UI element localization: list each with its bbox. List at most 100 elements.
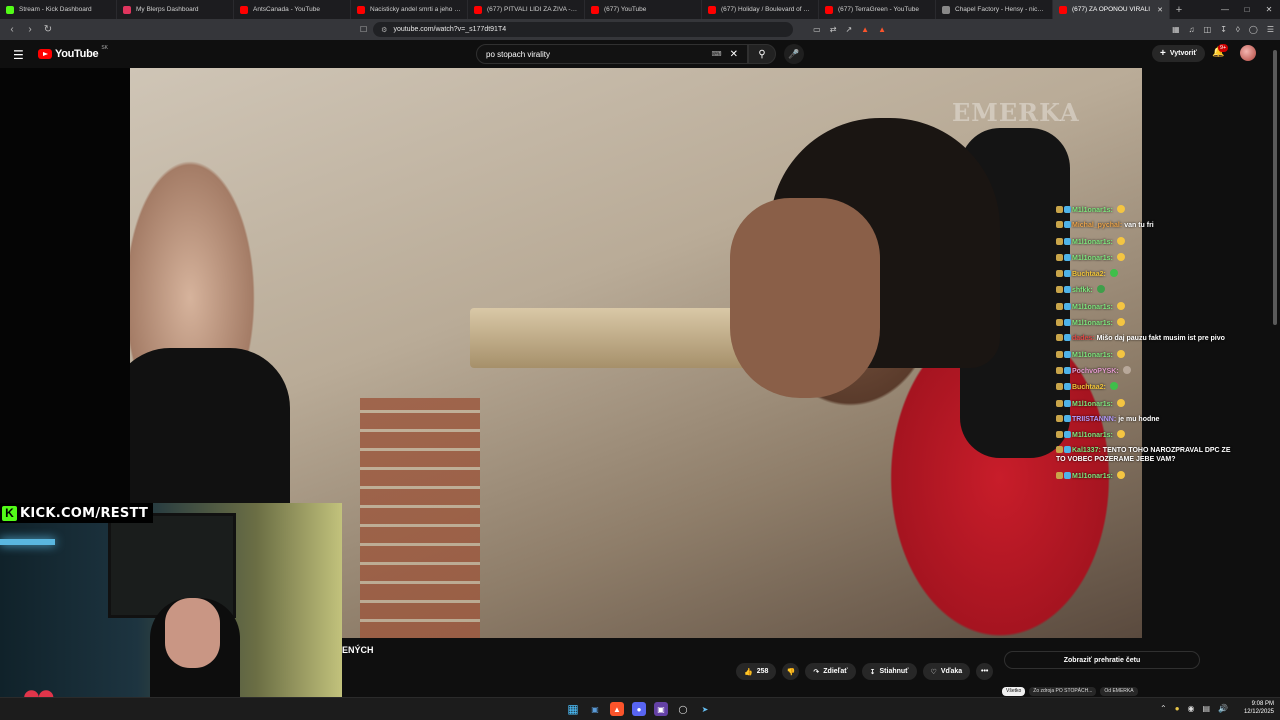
browser-tab[interactable]: AntsCanada - YouTube <box>234 0 351 19</box>
chat-badge-icon <box>1056 334 1063 342</box>
scrollbar-thumb[interactable] <box>1273 50 1277 325</box>
chat-username[interactable]: M1l1onar1s: <box>1072 320 1113 327</box>
rewards-icon[interactable]: ▲ <box>878 25 886 34</box>
microphone-icon[interactable]: 🎤 <box>784 44 804 64</box>
chat-emote-icon <box>1109 382 1118 391</box>
steam-icon[interactable]: ➤ <box>698 702 712 716</box>
thanks-label: Vďaka <box>940 668 963 675</box>
network-icon[interactable]: ▤ <box>1203 704 1211 713</box>
chat-emote-icon <box>1096 285 1105 294</box>
cast-icon[interactable]: ▭ <box>813 25 821 34</box>
volume-icon[interactable]: 🔊 <box>1218 704 1228 713</box>
chat-username[interactable]: M1l1onar1s: <box>1072 473 1113 480</box>
chat-username[interactable]: TRIISTANNN: <box>1072 416 1116 423</box>
dislike-button[interactable]: 👎 <box>782 663 800 680</box>
taskbar-clock[interactable]: 9:08 PM 12/12/2025 <box>1236 700 1274 716</box>
chat-badge-icon <box>1056 221 1063 229</box>
browser-tab[interactable]: (677) PITVALI LIDI ZA ŽIVA - Jedno <box>468 0 585 19</box>
chat-username[interactable]: Michal_pychal: <box>1072 222 1122 229</box>
translate-icon[interactable]: ⇄ <box>830 25 837 34</box>
bookmark-icon[interactable]: ☐ <box>360 25 367 34</box>
more-actions-button[interactable]: ••• <box>976 663 994 680</box>
chip-from-source[interactable]: Zo zdroja PO STOPÁCH... <box>1029 687 1097 696</box>
browser-tab[interactable]: (677) ZA OPONOU VIRALI ✕ <box>1053 0 1170 19</box>
tab-title: Stream - Kick Dashboard <box>19 6 92 13</box>
chat-username[interactable]: Buchtaa2: <box>1072 384 1106 391</box>
tray-app-icon[interactable]: ● <box>1175 704 1180 713</box>
chip-all[interactable]: Všetko <box>1002 687 1026 696</box>
file-explorer-icon[interactable]: ▣ <box>588 702 602 716</box>
chevron-up-icon[interactable]: ⌃ <box>1160 704 1167 713</box>
system-tray: ⌃ ● ◉ ▤ 🔊 <box>1160 704 1228 713</box>
chat-username[interactable]: M1l1onar1s: <box>1072 304 1113 311</box>
recommendation-chips: Všetko Zo zdroja PO STOPÁCH... Od EMERKA <box>1002 687 1138 696</box>
close-window-icon[interactable]: ✕ <box>1258 0 1280 19</box>
chat-username[interactable]: M1l1onar1s: <box>1072 255 1113 262</box>
browser-tab[interactable]: Stream - Kick Dashboard <box>0 0 117 19</box>
browser-tab[interactable]: (677) YouTube <box>585 0 702 19</box>
create-button[interactable]: + Vytvoriť <box>1152 45 1205 62</box>
chat-username[interactable]: PochvoPYSK: <box>1072 368 1119 375</box>
chat-username[interactable]: M1l1onar1s: <box>1072 401 1113 408</box>
share-page-icon[interactable]: ↗ <box>845 25 852 34</box>
site-info-icon[interactable]: ⚙ <box>381 26 387 34</box>
browser-tab[interactable]: (677) Holiday / Boulevard of Broke <box>702 0 819 19</box>
media-icon[interactable]: ♫ <box>1189 25 1195 34</box>
wallet-icon[interactable]: ◊ <box>1236 25 1240 34</box>
search-input[interactable]: po stopach virality ⌨ ✕ <box>476 44 748 64</box>
keyboard-icon[interactable]: ⌨ <box>712 50 722 58</box>
show-chat-replay-button[interactable]: Zobraziť prehratie četu <box>1004 651 1200 669</box>
download-icon: ↧ <box>869 668 876 676</box>
download-button[interactable]: ↧ Stiahnuť <box>861 663 917 680</box>
new-tab-button[interactable]: + <box>1170 0 1188 19</box>
chat-username[interactable]: dades: <box>1072 335 1095 342</box>
chat-username[interactable]: M1l1onar1s: <box>1072 432 1113 439</box>
youtube-logo[interactable]: YouTube SK <box>38 45 108 60</box>
tab-title: (677) ZA OPONOU VIRALI <box>1072 6 1151 13</box>
thanks-button[interactable]: ♡ Vďaka <box>922 663 971 680</box>
clear-search-icon[interactable]: ✕ <box>730 49 738 60</box>
chat-message: M1l1onar1s: <box>1056 470 1236 481</box>
brave-browser-icon[interactable]: ▲ <box>610 702 624 716</box>
twitch-icon[interactable]: ▣ <box>654 702 668 716</box>
chat-emote-icon <box>1116 349 1125 358</box>
extension-icon[interactable]: ▦ <box>1172 25 1180 34</box>
clock-date: 12/12/2025 <box>1243 709 1274 715</box>
shield-icon[interactable]: ▲ <box>861 25 869 34</box>
close-tab-icon[interactable]: ✕ <box>1157 6 1163 14</box>
browser-tab[interactable]: My Blerps Dashboard <box>117 0 234 19</box>
windows-icon[interactable]: ▦ <box>566 702 580 716</box>
hamburger-icon[interactable]: ☰ <box>13 48 24 62</box>
sidebar-icon[interactable]: ◫ <box>1204 25 1212 34</box>
maximize-icon[interactable]: □ <box>1236 0 1258 19</box>
browser-tab[interactable]: Chapel Factory - Hensy - niche pu <box>936 0 1053 19</box>
vpn-icon[interactable]: ◉ <box>1188 704 1195 713</box>
back-icon[interactable]: ‹ <box>6 24 18 35</box>
chat-username[interactable]: Kal1337: <box>1072 447 1101 454</box>
reload-icon[interactable]: ↻ <box>42 24 54 35</box>
minimize-icon[interactable]: — <box>1214 0 1236 19</box>
chat-username[interactable]: Buchtaa2: <box>1072 271 1106 278</box>
chat-username[interactable]: M1l1onar1s: <box>1072 239 1113 246</box>
chat-username[interactable]: M1l1onar1s: <box>1072 207 1113 214</box>
download-manager-icon[interactable]: ↧ <box>1220 25 1227 34</box>
obs-icon[interactable]: ◯ <box>676 702 690 716</box>
browser-menu-icon[interactable]: ☰ <box>1267 25 1274 34</box>
search-icon[interactable]: ⚲ <box>748 44 776 64</box>
discord-icon[interactable]: ● <box>632 702 646 716</box>
share-button[interactable]: ↷ Zdieľať <box>805 663 856 680</box>
chat-message: Kal1337: TENTO TOHO NAROZPRAVAL DPC ZE TO… <box>1056 446 1236 464</box>
profile-icon[interactable]: ◯ <box>1249 25 1258 34</box>
avatar[interactable] <box>1240 45 1256 61</box>
browser-tab[interactable]: (677) TerraGreen - YouTube <box>819 0 936 19</box>
chat-username[interactable]: shfkk: <box>1072 287 1093 294</box>
url-field[interactable]: ⚙ youtube.com/watch?v=_s177dt91T4 <box>373 22 794 37</box>
page-scrollbar[interactable] <box>1270 40 1280 700</box>
chip-from-emerka[interactable]: Od EMERKA <box>1100 687 1138 696</box>
chat-badge-icon <box>1056 414 1063 422</box>
forward-icon[interactable]: › <box>24 24 36 35</box>
like-button[interactable]: 👍 258 <box>736 663 777 680</box>
chat-badge-icon <box>1056 206 1063 213</box>
chat-username[interactable]: M1l1onar1s: <box>1072 352 1113 359</box>
browser-tab[interactable]: Nacisticky andel smrti a jeho strasli <box>351 0 468 19</box>
